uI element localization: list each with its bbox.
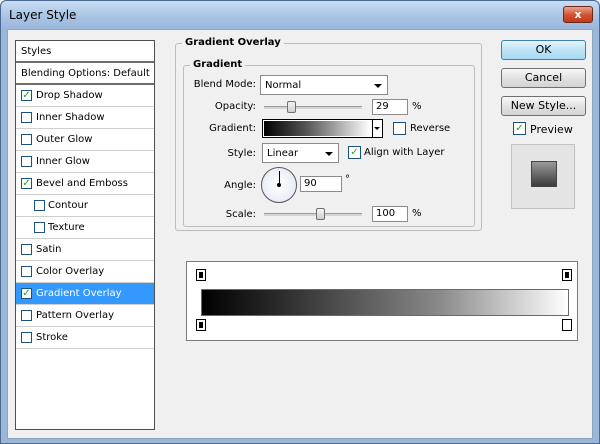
style-item-pattern-overlay[interactable]: Pattern Overlay (16, 305, 154, 327)
style-label: Style: (227, 148, 257, 159)
chevron-down-icon (325, 152, 333, 156)
preview-swatch (531, 161, 557, 187)
opacity-label: Opacity: (214, 101, 256, 112)
style-item-label: Stroke (36, 332, 68, 343)
style-item-outer-glow[interactable]: Outer Glow (16, 129, 154, 151)
style-item-label: Blending Options: Default (21, 68, 150, 79)
chevron-down-icon (374, 127, 380, 130)
style-item-inner-shadow[interactable]: Inner Shadow (16, 107, 154, 129)
scale-slider-track[interactable] (264, 213, 362, 216)
style-item-styles[interactable]: Styles (16, 41, 154, 63)
preview-thumbnail (511, 144, 575, 209)
gradient-label: Gradient: (209, 123, 256, 134)
angle-label: Angle: (224, 180, 256, 191)
style-item-label: Color Overlay (36, 266, 105, 277)
gradient-dropdown[interactable] (372, 120, 382, 137)
style-item-inner-glow[interactable]: Inner Glow (16, 151, 154, 173)
style-item-gradient-overlay[interactable]: ✓ Gradient Overlay (16, 283, 154, 305)
style-item-checkbox[interactable] (21, 134, 32, 145)
scale-unit: % (412, 208, 422, 219)
style-item-stroke[interactable]: Stroke (16, 327, 154, 349)
style-item-label: Pattern Overlay (36, 310, 115, 321)
style-item-label: Drop Shadow (36, 90, 103, 101)
opacity-slider-track[interactable] (264, 106, 362, 109)
style-item-checkbox[interactable] (21, 332, 32, 343)
style-item-texture[interactable]: Texture (16, 217, 154, 239)
style-item-label: Gradient Overlay (36, 288, 122, 299)
color-stop-right[interactable] (562, 319, 572, 331)
reverse-label: Reverse (410, 123, 451, 134)
gradient-overlay-group: Gradient Overlay Gradient Blend Mode: No… (175, 37, 482, 231)
opacity-stop-left[interactable] (196, 269, 206, 281)
style-item-color-overlay[interactable]: Color Overlay (16, 261, 154, 283)
gradient-picker[interactable] (262, 119, 383, 138)
style-item-label: Inner Glow (36, 156, 90, 167)
ok-button[interactable]: OK (501, 40, 586, 60)
gradient-editor (186, 261, 578, 341)
align-with-layer-checkbox[interactable]: ✓ (348, 146, 361, 159)
style-item-blending-options-default[interactable]: Blending Options: Default (16, 63, 154, 85)
blend-mode-value: Normal (265, 80, 302, 91)
preview-label: Preview (530, 123, 573, 136)
scale-input[interactable]: 100 (372, 206, 408, 222)
angle-dial-center (277, 183, 281, 187)
scale-label: Scale: (225, 209, 256, 220)
style-item-checkbox[interactable]: ✓ (21, 178, 32, 189)
style-item-satin[interactable]: Satin (16, 239, 154, 261)
style-item-checkbox[interactable] (21, 310, 32, 321)
style-select[interactable]: Linear (262, 143, 339, 163)
title-bar[interactable]: Layer Style x (1, 1, 599, 29)
style-item-label: Styles (21, 46, 52, 57)
opacity-unit: % (412, 101, 422, 112)
new-style-button[interactable]: New Style... (501, 96, 586, 116)
preview-checkbox[interactable]: ✓ (513, 122, 526, 135)
style-item-contour[interactable]: Contour (16, 195, 154, 217)
chevron-down-icon (374, 84, 382, 88)
window-title: Layer Style (9, 8, 77, 22)
style-value: Linear (267, 148, 299, 159)
style-item-checkbox[interactable] (21, 112, 32, 123)
reverse-checkbox[interactable] (393, 122, 406, 135)
opacity-slider-thumb[interactable] (287, 101, 297, 113)
style-item-label: Inner Shadow (36, 112, 105, 123)
color-stop-left[interactable] (196, 319, 206, 331)
style-item-label: Bevel and Emboss (36, 178, 128, 189)
style-item-checkbox[interactable]: ✓ (21, 90, 32, 101)
angle-unit: ° (345, 174, 350, 185)
style-item-label: Texture (48, 222, 85, 233)
align-with-layer-label: Align with Layer (364, 147, 445, 158)
blend-mode-label: Blend Mode: (193, 79, 256, 90)
close-button[interactable]: x (563, 6, 593, 23)
dialog-body: Styles Blending Options: Default ✓ Drop Sha… (7, 29, 593, 439)
scale-slider-thumb[interactable] (315, 208, 325, 220)
blend-mode-select[interactable]: Normal (260, 75, 388, 95)
style-item-checkbox[interactable] (21, 266, 32, 277)
cancel-button[interactable]: Cancel (501, 68, 586, 88)
style-item-checkbox[interactable]: ✓ (21, 288, 32, 299)
style-item-checkbox[interactable] (21, 244, 32, 255)
group-title: Gradient Overlay (182, 37, 284, 48)
gradient-swatch[interactable] (264, 121, 370, 136)
angle-input[interactable]: 90 (300, 176, 342, 192)
subgroup-title: Gradient (190, 59, 246, 70)
style-item-label: Satin (36, 244, 62, 255)
styles-list: Styles Blending Options: Default ✓ Drop Sha… (15, 40, 155, 430)
angle-dial[interactable] (261, 167, 297, 203)
gradient-subgroup: Gradient Blend Mode: Normal Opacity: 29 … (183, 59, 475, 227)
style-item-drop-shadow[interactable]: ✓ Drop Shadow (16, 85, 154, 107)
style-item-bevel-and-emboss[interactable]: ✓ Bevel and Emboss (16, 173, 154, 195)
opacity-input[interactable]: 29 (372, 99, 408, 115)
opacity-stop-right[interactable] (562, 269, 572, 281)
style-item-checkbox[interactable] (21, 156, 32, 167)
style-item-checkbox[interactable] (34, 222, 45, 233)
style-item-label: Outer Glow (36, 134, 93, 145)
style-item-checkbox[interactable] (34, 200, 45, 211)
gradient-bar[interactable] (201, 289, 569, 316)
style-item-label: Contour (48, 200, 88, 211)
layer-style-dialog: Layer Style x Styles Blending Options: De… (0, 0, 600, 444)
